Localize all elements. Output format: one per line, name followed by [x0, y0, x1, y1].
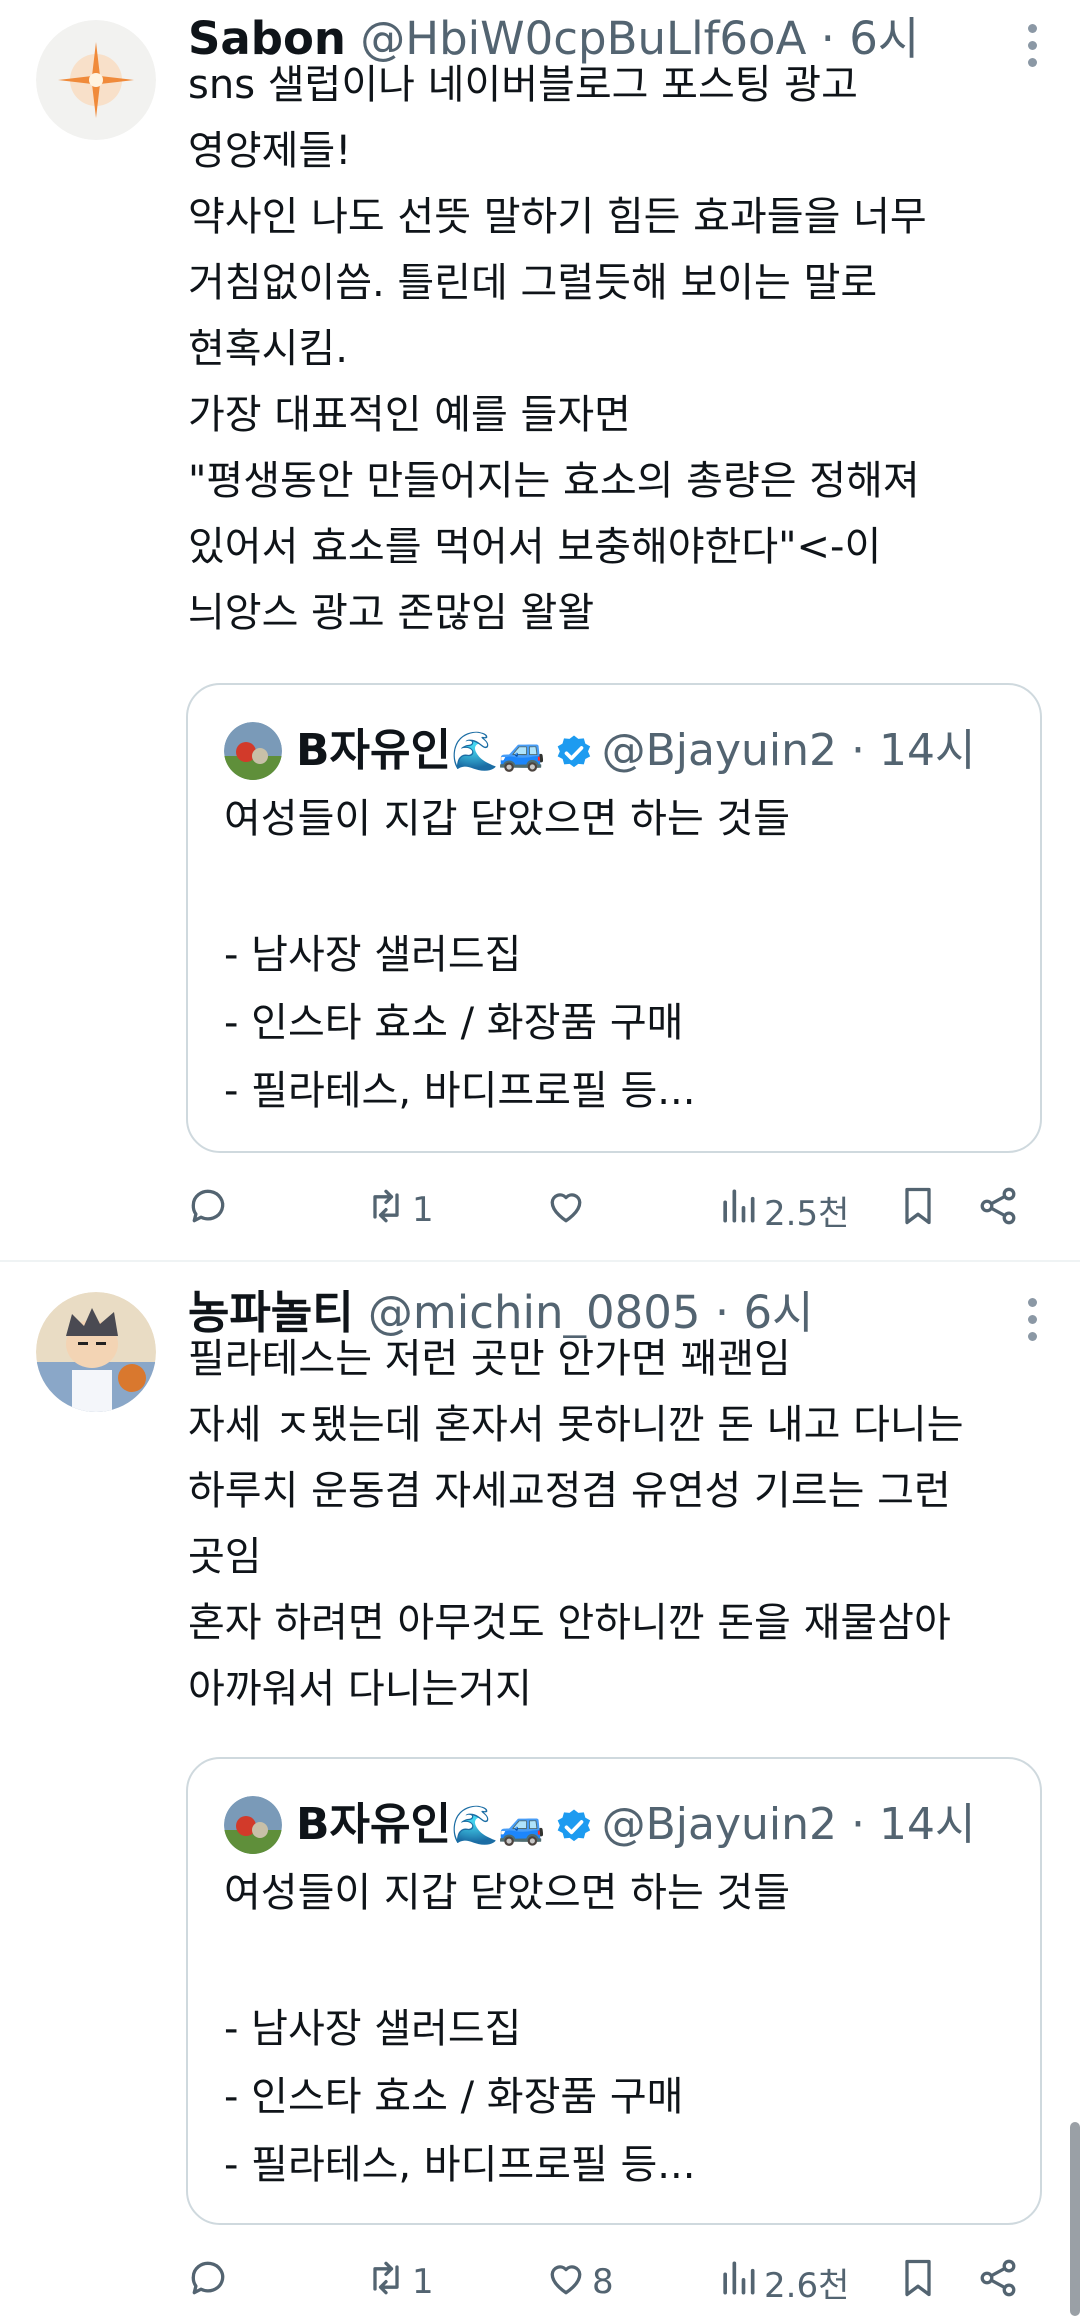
retweet-icon — [364, 2256, 408, 2309]
quoted-name-emoji: 🌊🚙 — [450, 1803, 546, 1847]
tweet-text: 필라테스는 저런 곳만 안가면 꽤괜임 자세 ㅈ됐는데 혼자서 못하니깐 돈 내… — [188, 1336, 964, 1712]
share-button[interactable] — [976, 1180, 1020, 1240]
like-icon — [544, 2256, 588, 2309]
reply-icon — [186, 1184, 230, 1237]
bookmark-icon — [896, 2256, 940, 2309]
quoted-timestamp: 14시 — [879, 725, 976, 776]
quoted-tweet-text: 여성들이 지갑 닫았으면 하는 것들 - 남사장 샐러드집 - 인스타 효소 /… — [224, 1870, 791, 2188]
verified-icon — [554, 731, 594, 771]
like-count: 8 — [592, 2262, 614, 2302]
like-button[interactable]: 8 — [544, 2252, 614, 2312]
quoted-timestamp: 14시 — [879, 1799, 976, 1850]
like-button[interactable] — [544, 1180, 592, 1240]
quoted-handle: @Bjayuin2 — [601, 1799, 838, 1850]
views-count: 2.6천 — [764, 2265, 850, 2306]
quoted-handle: @Bjayuin2 — [601, 725, 838, 776]
retweet-icon — [364, 1184, 408, 1237]
retweet-count: 1 — [412, 2262, 434, 2302]
tweet[interactable]: Sabon @HbiW0cpBuLlf6oA · 6시 sns 샐럽이나 네이버… — [0, 0, 1080, 1260]
action-bar: 1 8 2.6천 — [186, 2252, 1042, 2312]
bookmark-button[interactable] — [896, 2252, 940, 2312]
retweet-button[interactable]: 1 — [364, 2252, 434, 2312]
quoted-tweet-header: B자유인🌊🚙 @Bjayuin2 · 14시 — [224, 721, 976, 780]
quoted-tweet-header: B자유인🌊🚙 @Bjayuin2 · 14시 — [224, 1795, 976, 1854]
bookmark-button[interactable] — [896, 1180, 940, 1240]
quoted-tweet[interactable]: B자유인🌊🚙 @Bjayuin2 · 14시 여성들이 지갑 닫았으면 하는 것… — [186, 683, 1042, 1153]
reply-icon — [186, 2256, 230, 2309]
bookmark-icon — [896, 1184, 940, 1237]
views-button[interactable]: 2.6천 — [716, 2252, 849, 2312]
reply-button[interactable] — [186, 2252, 234, 2312]
avatar[interactable] — [36, 1292, 156, 1412]
retweet-count: 1 — [412, 1190, 434, 1230]
like-icon — [544, 1184, 588, 1237]
share-icon — [976, 1184, 1020, 1237]
quoted-separator: · — [851, 725, 866, 776]
verified-icon — [554, 1805, 594, 1845]
scrollbar[interactable] — [1070, 2122, 1080, 2316]
views-button[interactable]: 2.5천 — [716, 1180, 849, 1240]
quoted-display-name: B자유인 — [296, 725, 451, 776]
views-icon — [716, 1184, 760, 1237]
quoted-avatar — [224, 722, 282, 780]
retweet-button[interactable]: 1 — [364, 1180, 434, 1240]
avatar[interactable] — [36, 20, 156, 140]
quoted-display-name: B자유인 — [296, 1799, 451, 1850]
tweet-text: sns 샐럽이나 네이버블로그 포스팅 광고 영양제들! 약사인 나도 선뜻 말… — [188, 62, 927, 636]
tweet[interactable]: 농파놀티 @michin_0805 · 6시 필라테스는 저런 곳만 안가면 꽤… — [0, 1262, 1080, 2316]
quoted-tweet[interactable]: B자유인🌊🚙 @Bjayuin2 · 14시 여성들이 지갑 닫았으면 하는 것… — [186, 1757, 1042, 2225]
share-icon — [976, 2256, 1020, 2309]
quoted-name-emoji: 🌊🚙 — [450, 729, 546, 773]
action-bar: 1 2.5천 — [186, 1180, 1042, 1240]
quoted-avatar — [224, 1796, 282, 1854]
quoted-separator: · — [851, 1799, 866, 1850]
share-button[interactable] — [976, 2252, 1020, 2312]
quoted-tweet-text: 여성들이 지갑 닫았으면 하는 것들 - 남사장 샐러드집 - 인스타 효소 /… — [224, 796, 791, 1114]
views-count: 2.5천 — [764, 1193, 850, 1234]
reply-button[interactable] — [186, 1180, 234, 1240]
views-icon — [716, 2256, 760, 2309]
